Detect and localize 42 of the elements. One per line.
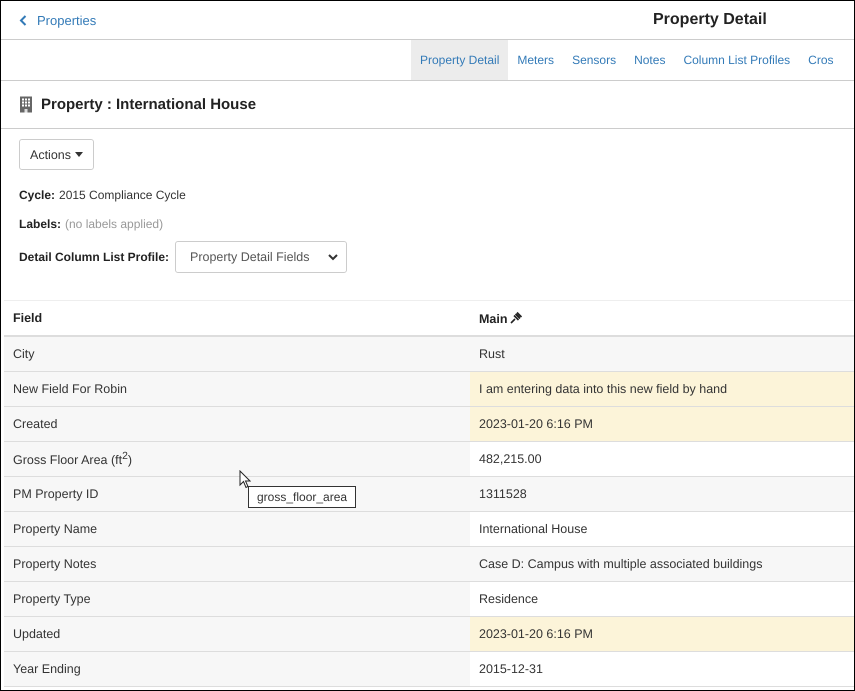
building-icon: [19, 96, 33, 113]
labels-label: Labels:: [19, 216, 62, 230]
field-cell: Property Notes: [4, 546, 470, 582]
value-cell: 2015-12-31: [470, 652, 854, 686]
field-cell: Property Name: [4, 512, 470, 546]
value-cell: Residence: [470, 582, 854, 616]
field-cell: Year Ending: [4, 652, 470, 686]
cycle-label: Cycle:: [19, 188, 56, 202]
actions-button[interactable]: Actions: [19, 139, 94, 170]
value-cell: 2023-01-20 6:16 PM: [470, 406, 854, 442]
value-cell: Case D: Campus with multiple associated buildings: [470, 546, 854, 582]
cursor-icon: [239, 470, 251, 489]
cycle-value: 2015 Compliance Cycle: [59, 188, 186, 202]
value-cell: International House: [470, 512, 854, 546]
value-cell: 1311528: [470, 476, 854, 512]
tab[interactable]: Sensors: [563, 40, 626, 80]
value-cell: 482,215.00: [470, 442, 854, 476]
property-title: Property : International House: [41, 96, 256, 113]
field-cell: New Field For Robin: [4, 372, 470, 406]
pin-icon: [510, 310, 524, 324]
value-cell: Rust: [470, 336, 854, 372]
back-link[interactable]: Properties: [19, 12, 96, 28]
field-cell: Created: [4, 406, 470, 442]
field-cell: Gross Floor Area (ft$^{2}$): [4, 442, 470, 476]
tab[interactable]: Meters: [508, 40, 564, 80]
field-cell: City: [4, 336, 470, 372]
field-cell: Updated: [4, 616, 470, 652]
labels-value: (no labels applied): [65, 216, 164, 230]
field-cell: Property Type: [4, 582, 470, 616]
caret-icon: [75, 152, 83, 157]
chevron-down-icon: [328, 254, 338, 260]
page-title: Property Detail: [653, 11, 767, 29]
chevron-left-icon: [19, 14, 27, 26]
tab[interactable]: Property Detail: [411, 40, 508, 80]
tab[interactable]: Cros: [799, 40, 843, 80]
value-cell: I am entering data into this new field by hand: [470, 372, 854, 406]
profile-dropdown[interactable]: Property Detail Fields: [175, 241, 347, 273]
value-cell: 2023-01-20 6:16 PM: [470, 616, 854, 652]
tooltip: gross_floor_area: [248, 486, 356, 508]
tab[interactable]: Column List Profiles: [674, 40, 800, 80]
tab[interactable]: Notes: [625, 40, 674, 80]
profile-label: Detail Column List Profile:: [19, 250, 170, 264]
